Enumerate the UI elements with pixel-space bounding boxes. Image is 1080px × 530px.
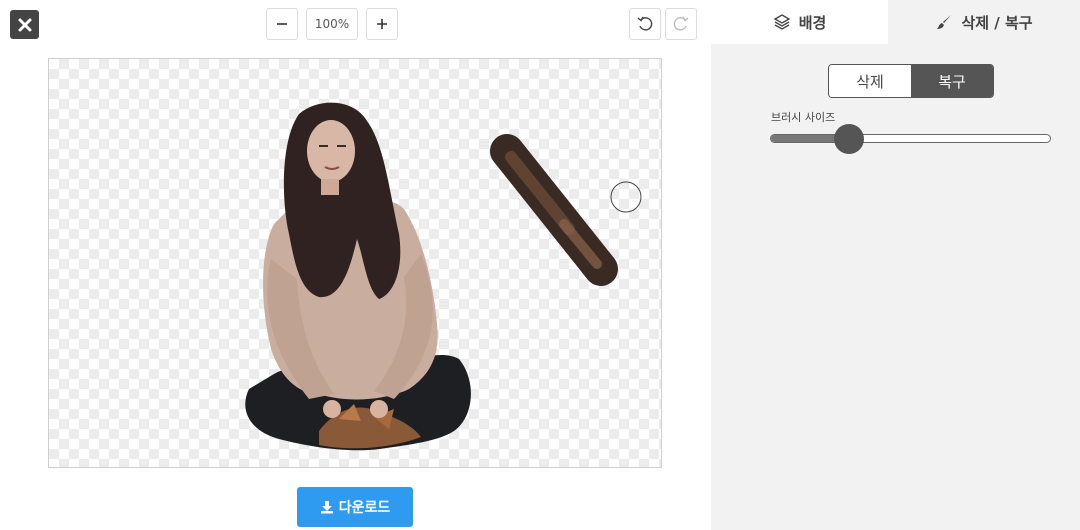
tab-erase-restore-label: 삭제 / 복구: [961, 13, 1033, 32]
restore-mode-button[interactable]: 복구: [911, 65, 993, 97]
tab-erase-restore[interactable]: 삭제 / 복구: [888, 0, 1080, 44]
layers-icon: [773, 14, 791, 30]
zoom-out-button[interactable]: [266, 8, 298, 40]
cutout-image: [245, 102, 642, 451]
undo-icon: [637, 16, 653, 31]
redo-button[interactable]: [665, 8, 697, 40]
tab-background[interactable]: 배경: [711, 0, 888, 44]
undo-button[interactable]: [629, 8, 661, 40]
erase-mode-button[interactable]: 삭제: [829, 65, 911, 97]
mode-toggle: 삭제 복구: [828, 64, 994, 98]
download-label: 다운로드: [338, 500, 391, 516]
editing-canvas[interactable]: [48, 58, 662, 468]
redo-icon: [673, 16, 689, 31]
plus-icon: [377, 19, 387, 29]
brush-size-label: 브러시 사이즈: [771, 111, 836, 124]
zoom-in-button[interactable]: [366, 8, 398, 40]
brush-size-slider[interactable]: [770, 134, 1051, 143]
download-button[interactable]: 다운로드: [297, 487, 413, 527]
settings-panel: 배경 삭제 / 복구 삭제 복구 브러시 사이즈: [711, 0, 1080, 530]
close-button[interactable]: [10, 10, 39, 39]
minus-icon: [277, 23, 287, 25]
brush-icon: [937, 15, 952, 29]
download-icon: [320, 501, 333, 514]
zoom-level: 100%: [306, 8, 358, 40]
close-icon: [18, 18, 31, 31]
tab-background-label: 배경: [798, 13, 827, 32]
slider-thumb[interactable]: [833, 124, 864, 154]
